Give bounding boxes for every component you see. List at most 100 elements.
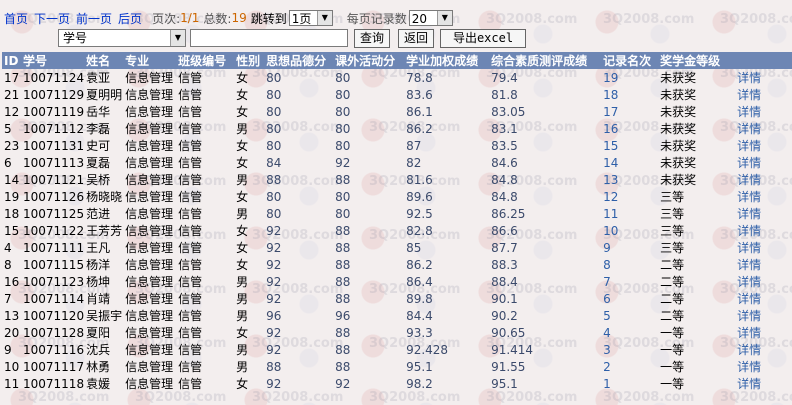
name-cell: 岳华 [86, 105, 111, 119]
table-row: 17 10071124 袁亚 信息管理 信管 女 80 80 78.8 79.4 19 未获奖 详情 [2, 69, 792, 86]
major-cell: 信息管理 [125, 88, 174, 102]
id-cell: 16 [4, 274, 20, 289]
major-cell: 信息管理 [125, 71, 174, 85]
detail-link[interactable]: 详情 [735, 188, 792, 205]
export-excel-button[interactable]: 导出excel [440, 29, 526, 48]
class-cell: 信管 [178, 105, 203, 119]
detail-link[interactable]: 详情 [735, 205, 792, 222]
rank-cell: 14 [603, 155, 619, 170]
first-page-link[interactable]: 首页 [4, 10, 28, 27]
activity-score-cell: 80 [335, 104, 351, 119]
table-row: 13 10071120 吴振宇 信息管理 信管 男 96 96 84.4 90.2 5 二等 详情 [2, 307, 792, 324]
detail-link[interactable]: 详情 [735, 341, 792, 358]
detail-link[interactable]: 详情 [735, 171, 792, 188]
jump-page-value: 1页 [291, 12, 312, 26]
academic-score-cell: 84.4 [406, 308, 433, 323]
table-header-row: ID 学号 姓名 专业 班级编号 性别 思想品德分 课外活动分 学业加权成绩 综合素质测评成绩 记录… [2, 52, 792, 69]
gender-cell: 女 [236, 156, 249, 170]
scholarship-level-cell: 二等 [660, 275, 685, 289]
major-cell: 信息管理 [125, 156, 174, 170]
activity-score-cell: 80 [335, 87, 351, 102]
column-header: 课外活动分 [333, 52, 405, 69]
rank-cell: 7 [603, 274, 611, 289]
class-cell: 信管 [178, 241, 203, 255]
class-cell: 信管 [178, 173, 203, 187]
per-page-select[interactable]: 20 ▼ [408, 10, 453, 26]
rank-cell: 15 [603, 138, 619, 153]
next-page-link[interactable]: 下一页 [34, 10, 70, 27]
detail-link[interactable]: 详情 [735, 324, 792, 341]
scholarship-level-cell: 一等 [660, 326, 685, 340]
detail-link[interactable]: 详情 [735, 256, 792, 273]
major-cell: 信息管理 [125, 122, 174, 136]
overall-score-cell: 84.6 [491, 155, 518, 170]
id-cell: 17 [4, 70, 20, 85]
gender-cell: 男 [236, 343, 249, 357]
column-header: 学号 [21, 52, 85, 69]
academic-score-cell: 86.4 [406, 274, 433, 289]
scholarship-level-cell: 未获奖 [660, 156, 697, 170]
major-cell: 信息管理 [125, 309, 174, 323]
id-cell: 8 [4, 257, 12, 272]
table-row: 5 10071112 李磊 信息管理 信管 男 80 80 86.2 83.1 16 未获奖 详情 [2, 120, 792, 137]
watermark-text: 3Q2008.com [486, 390, 578, 405]
major-cell: 信息管理 [125, 105, 174, 119]
name-cell: 范进 [86, 207, 111, 221]
detail-link[interactable]: 详情 [735, 86, 792, 103]
student-no-cell: 10071117 [23, 359, 85, 374]
overall-score-cell: 88.3 [491, 257, 518, 272]
scholarship-level-cell: 一等 [660, 343, 685, 357]
major-cell: 信息管理 [125, 207, 174, 221]
gender-cell: 女 [236, 105, 249, 119]
detail-link[interactable]: 详情 [735, 358, 792, 375]
class-cell: 信管 [178, 326, 203, 340]
name-cell: 夏磊 [86, 156, 111, 170]
overall-score-cell: 86.6 [491, 223, 518, 238]
activity-score-cell: 88 [335, 257, 351, 272]
column-header: 姓名 [84, 52, 124, 69]
activity-score-cell: 92 [335, 376, 351, 391]
activity-score-cell: 96 [335, 308, 351, 323]
search-field-select[interactable]: 学号 ▼ [58, 29, 186, 47]
student-no-cell: 10071131 [23, 138, 85, 153]
major-cell: 信息管理 [125, 377, 174, 391]
table-row: 20 10071128 夏阳 信息管理 信管 女 92 88 93.3 90.65 4 一等 详情 [2, 324, 792, 341]
search-input[interactable] [190, 29, 348, 47]
activity-score-cell: 80 [335, 121, 351, 136]
academic-score-cell: 98.2 [406, 376, 433, 391]
rank-cell: 13 [603, 172, 619, 187]
jump-page-select[interactable]: 1页 ▼ [288, 10, 333, 26]
detail-link[interactable]: 详情 [735, 375, 792, 392]
back-button[interactable]: 返回 [398, 29, 434, 48]
overall-score-cell: 90.65 [491, 325, 526, 340]
academic-score-cell: 89.6 [406, 189, 433, 204]
table-row: 14 10071121 吴桥 信息管理 信管 男 88 88 81.6 84.8 13 未获奖 详情 [2, 171, 792, 188]
id-cell: 19 [4, 189, 20, 204]
student-no-cell: 10071126 [23, 189, 85, 204]
detail-link[interactable]: 详情 [735, 307, 792, 324]
detail-link[interactable]: 详情 [735, 222, 792, 239]
detail-link[interactable]: 详情 [735, 69, 792, 86]
class-cell: 信管 [178, 377, 203, 391]
overall-score-cell: 79.4 [491, 70, 518, 85]
detail-link[interactable]: 详情 [735, 239, 792, 256]
detail-link[interactable]: 详情 [735, 120, 792, 137]
name-cell: 李磊 [86, 122, 111, 136]
academic-score-cell: 83.6 [406, 87, 433, 102]
detail-link[interactable]: 详情 [735, 290, 792, 307]
overall-score-cell: 86.25 [491, 206, 526, 221]
query-button[interactable]: 查询 [354, 29, 390, 48]
column-header: ID [2, 52, 21, 69]
watermark-text: 3Q2008.com [252, 390, 344, 405]
prev-page-link[interactable]: 前一页 [76, 10, 112, 27]
column-header: 思想品德分 [264, 52, 334, 69]
overall-score-cell: 84.8 [491, 189, 518, 204]
academic-score-cell: 95.1 [406, 359, 433, 374]
detail-link[interactable]: 详情 [735, 273, 792, 290]
detail-link[interactable]: 详情 [735, 154, 792, 171]
last-page-link[interactable]: 后页 [118, 10, 142, 27]
detail-link[interactable]: 详情 [735, 103, 792, 120]
class-cell: 信管 [178, 258, 203, 272]
student-no-cell: 10071123 [23, 274, 85, 289]
detail-link[interactable]: 详情 [735, 137, 792, 154]
